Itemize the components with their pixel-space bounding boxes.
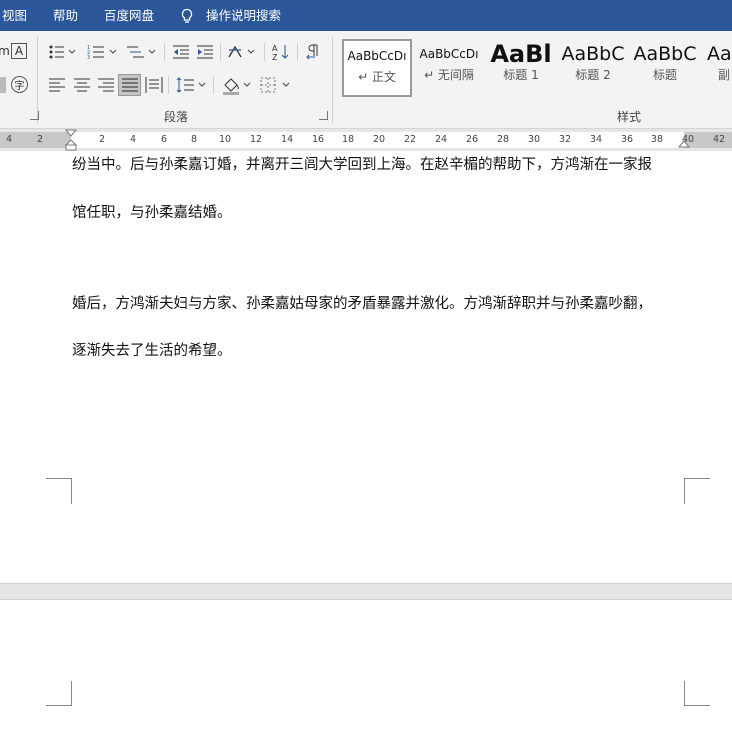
ruler-tick: 14 xyxy=(280,134,294,145)
chinese-layout-icon[interactable] xyxy=(227,44,257,60)
ribbon: m A 字 1 2 3 A Z 段落 AaBbCcDı ↵ 正文 AaBbCcD… xyxy=(0,31,732,129)
page-margin-corner xyxy=(46,478,72,504)
svg-text:Z: Z xyxy=(272,53,278,61)
right-indent-marker-icon[interactable] xyxy=(678,137,690,149)
group-separator xyxy=(332,37,333,123)
align-center-icon[interactable] xyxy=(73,77,91,93)
bullets-icon[interactable] xyxy=(48,44,76,60)
style-preview: AaBbCcDı xyxy=(419,47,479,61)
document-line[interactable]: 婚后，方鸿渐夫妇与方家、孙柔嘉姑母家的矛盾暴露并激化。方鸿渐辞职并与孙柔嘉吵翻， xyxy=(72,292,652,313)
ruler-tick: 2 xyxy=(36,134,44,145)
ruler-tick: 4 xyxy=(129,134,137,145)
divider xyxy=(164,43,165,61)
style-name: 副 xyxy=(718,68,731,82)
enclose-char-button[interactable]: 字 xyxy=(11,76,28,93)
line-spacing-icon[interactable] xyxy=(176,76,208,94)
style-name: 标题 1 xyxy=(503,68,539,82)
horizontal-ruler[interactable]: 4 2 2 4 6 8 10 12 14 16 18 20 22 24 26 2… xyxy=(0,129,732,151)
style-heading-2[interactable]: AaBbC 标题 2 xyxy=(558,39,628,95)
style-name: 标题 2 xyxy=(575,68,611,82)
numbering-icon[interactable]: 1 2 3 xyxy=(87,44,119,60)
document-page[interactable] xyxy=(0,600,732,743)
paragraph-dialog-launcher-icon[interactable] xyxy=(319,111,328,120)
ruler-tick: 30 xyxy=(527,134,541,145)
lightbulb-icon[interactable] xyxy=(180,8,194,24)
char-border-button[interactable]: A xyxy=(11,43,27,59)
ruler-tick: 38 xyxy=(650,134,664,145)
decrease-indent-icon[interactable] xyxy=(172,44,190,60)
divider xyxy=(220,43,221,61)
ruler-tick: 12 xyxy=(249,134,263,145)
menu-baidu-netdisk[interactable]: 百度网盘 xyxy=(104,0,154,31)
shading-icon[interactable] xyxy=(221,75,253,95)
style-preview: Aa xyxy=(707,43,732,65)
style-name: ↵ 无间隔 xyxy=(424,68,474,82)
ruler-tick: 8 xyxy=(190,134,198,145)
style-name: 标题 xyxy=(652,68,677,82)
document-line[interactable]: 纷当中。后与孙柔嘉订婚，并离开三闾大学回到上海。在赵辛楣的帮助下，方鸿渐在一家报 xyxy=(72,153,652,174)
ruler-tick: 22 xyxy=(403,134,417,145)
styles-group-label: 样式 xyxy=(617,110,642,124)
page-gap xyxy=(0,583,732,600)
page-margin-corner xyxy=(46,681,72,706)
ruler-tick: 18 xyxy=(341,134,355,145)
menu-help[interactable]: 帮助 xyxy=(53,0,78,31)
page-margin-corner xyxy=(684,681,710,706)
style-normal[interactable]: AaBbCcDı ↵ 正文 xyxy=(342,39,412,97)
distributed-icon[interactable] xyxy=(145,76,163,94)
document-line[interactable]: 逐渐失去了生活的希望。 xyxy=(72,339,232,360)
style-title[interactable]: AaBbC 标题 xyxy=(630,39,700,95)
style-no-spacing[interactable]: AaBbCcDı ↵ 无间隔 xyxy=(414,39,484,95)
menu-bar: 视图 帮助 百度网盘 操作说明搜索 xyxy=(0,0,732,31)
divider xyxy=(213,76,214,94)
justify-icon xyxy=(121,78,138,92)
multilevel-list-icon[interactable] xyxy=(126,44,158,60)
ribbon-partial-label: m xyxy=(0,44,10,58)
menu-view[interactable]: 视图 xyxy=(2,0,27,31)
ruler-tick: 34 xyxy=(589,134,603,145)
ruler-tick: 20 xyxy=(372,134,386,145)
ruler-tick: 26 xyxy=(465,134,479,145)
ruler-tick: 32 xyxy=(558,134,572,145)
divider xyxy=(168,76,169,94)
justify-button[interactable] xyxy=(118,74,141,96)
borders-icon[interactable] xyxy=(260,76,292,94)
ruler-tick: 6 xyxy=(160,134,168,145)
document-line[interactable]: 馆任职，与孙柔嘉结婚。 xyxy=(72,201,232,222)
document-page[interactable]: 纷当中。后与孙柔嘉订婚，并离开三闾大学回到上海。在赵辛楣的帮助下，方鸿渐在一家报… xyxy=(0,151,732,583)
ruler-tick: 4 xyxy=(5,134,13,145)
divider xyxy=(297,43,298,61)
svg-text:3: 3 xyxy=(87,55,90,60)
sort-icon[interactable]: A Z xyxy=(272,43,290,61)
show-marks-icon[interactable] xyxy=(305,43,319,61)
divider xyxy=(264,43,265,61)
style-name: ↵ 正文 xyxy=(358,70,396,84)
align-left-icon[interactable] xyxy=(48,77,66,93)
increase-indent-icon[interactable] xyxy=(196,44,214,60)
align-right-icon[interactable] xyxy=(97,77,115,93)
ruler-tick: 42 xyxy=(712,134,726,145)
highlight-swatch[interactable] xyxy=(0,77,6,93)
style-heading-1[interactable]: AaBl 标题 1 xyxy=(486,39,556,95)
indent-marker-icon[interactable] xyxy=(65,129,77,151)
ruler-tick: 16 xyxy=(311,134,325,145)
style-preview: AaBbC xyxy=(633,43,697,65)
ruler-tick: 2 xyxy=(98,134,106,145)
font-dialog-launcher-icon[interactable] xyxy=(30,111,39,120)
paragraph-group-label: 段落 xyxy=(164,110,189,124)
tell-me-search[interactable]: 操作说明搜索 xyxy=(206,0,281,31)
style-preview: AaBbC xyxy=(561,43,625,65)
style-preview: AaBbCcDı xyxy=(347,49,407,63)
page-margin-corner xyxy=(684,478,710,504)
ruler-tick: 28 xyxy=(496,134,510,145)
ruler-tick: 10 xyxy=(218,134,232,145)
ruler-tick: 36 xyxy=(620,134,634,145)
style-subtitle[interactable]: Aa 副 xyxy=(702,39,732,95)
ruler-tick: 24 xyxy=(434,134,448,145)
style-preview: AaBl xyxy=(490,40,552,67)
svg-text:A: A xyxy=(272,44,278,53)
